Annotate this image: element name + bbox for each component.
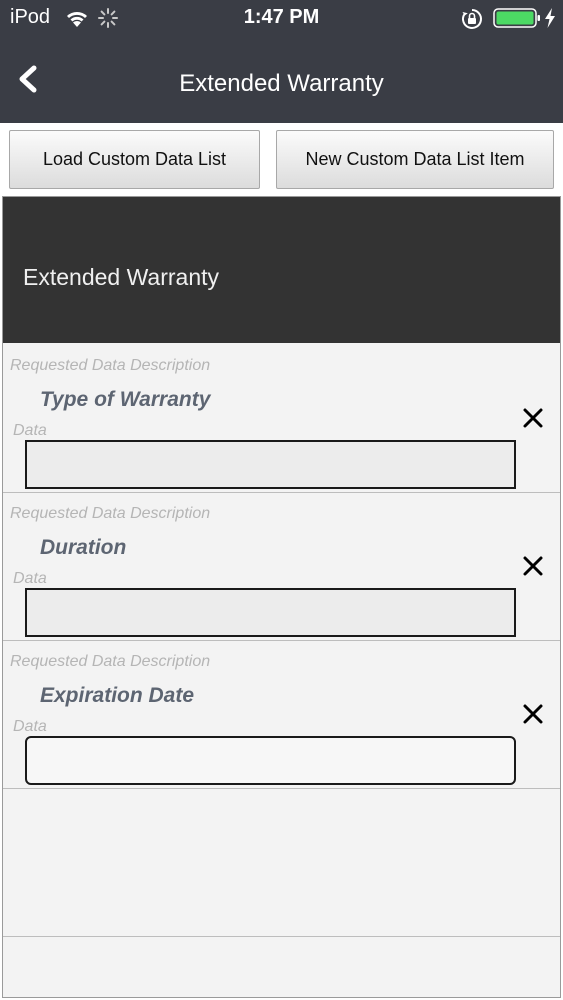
list-item: Requested Data Description Duration Data [3, 493, 560, 641]
data-input[interactable] [25, 588, 516, 637]
remove-item-button[interactable] [521, 406, 545, 430]
data-input[interactable] [25, 736, 516, 785]
remove-item-button[interactable] [521, 554, 545, 578]
description-label: Requested Data Description [10, 357, 211, 374]
panel-title: Extended Warranty [23, 264, 220, 290]
data-label: Data [13, 422, 47, 439]
close-icon [523, 408, 543, 428]
orientation-lock-icon [461, 8, 483, 35]
description-label: Requested Data Description [10, 505, 211, 522]
data-label: Data [13, 718, 47, 735]
description-label: Requested Data Description [10, 653, 211, 670]
navigation-bar: Extended Warranty [0, 36, 563, 123]
page-title: Extended Warranty [179, 70, 384, 97]
close-icon [523, 556, 543, 576]
custom-data-list-panel: Extended Warranty Requested Data Descrip… [2, 196, 561, 998]
battery-icon [493, 8, 541, 33]
item-name: Type of Warranty [40, 388, 211, 411]
close-icon [523, 704, 543, 724]
list-item: Requested Data Description Expiration Da… [3, 641, 560, 789]
charging-bolt-icon [544, 7, 556, 34]
item-name: Expiration Date [40, 684, 195, 707]
panel-header: Extended Warranty [3, 197, 560, 343]
empty-list-row [3, 789, 560, 937]
remove-item-button[interactable] [521, 702, 545, 726]
item-name: Duration [40, 536, 127, 559]
list-item: Requested Data Description Type of Warra… [3, 345, 560, 493]
data-label: Data [13, 570, 47, 587]
load-custom-data-list-button[interactable]: Load Custom Data List [9, 130, 260, 189]
data-input[interactable] [25, 440, 516, 489]
new-custom-data-list-item-button[interactable]: New Custom Data List Item [276, 130, 554, 189]
status-bar: iPod 1:47 PM [0, 0, 563, 36]
